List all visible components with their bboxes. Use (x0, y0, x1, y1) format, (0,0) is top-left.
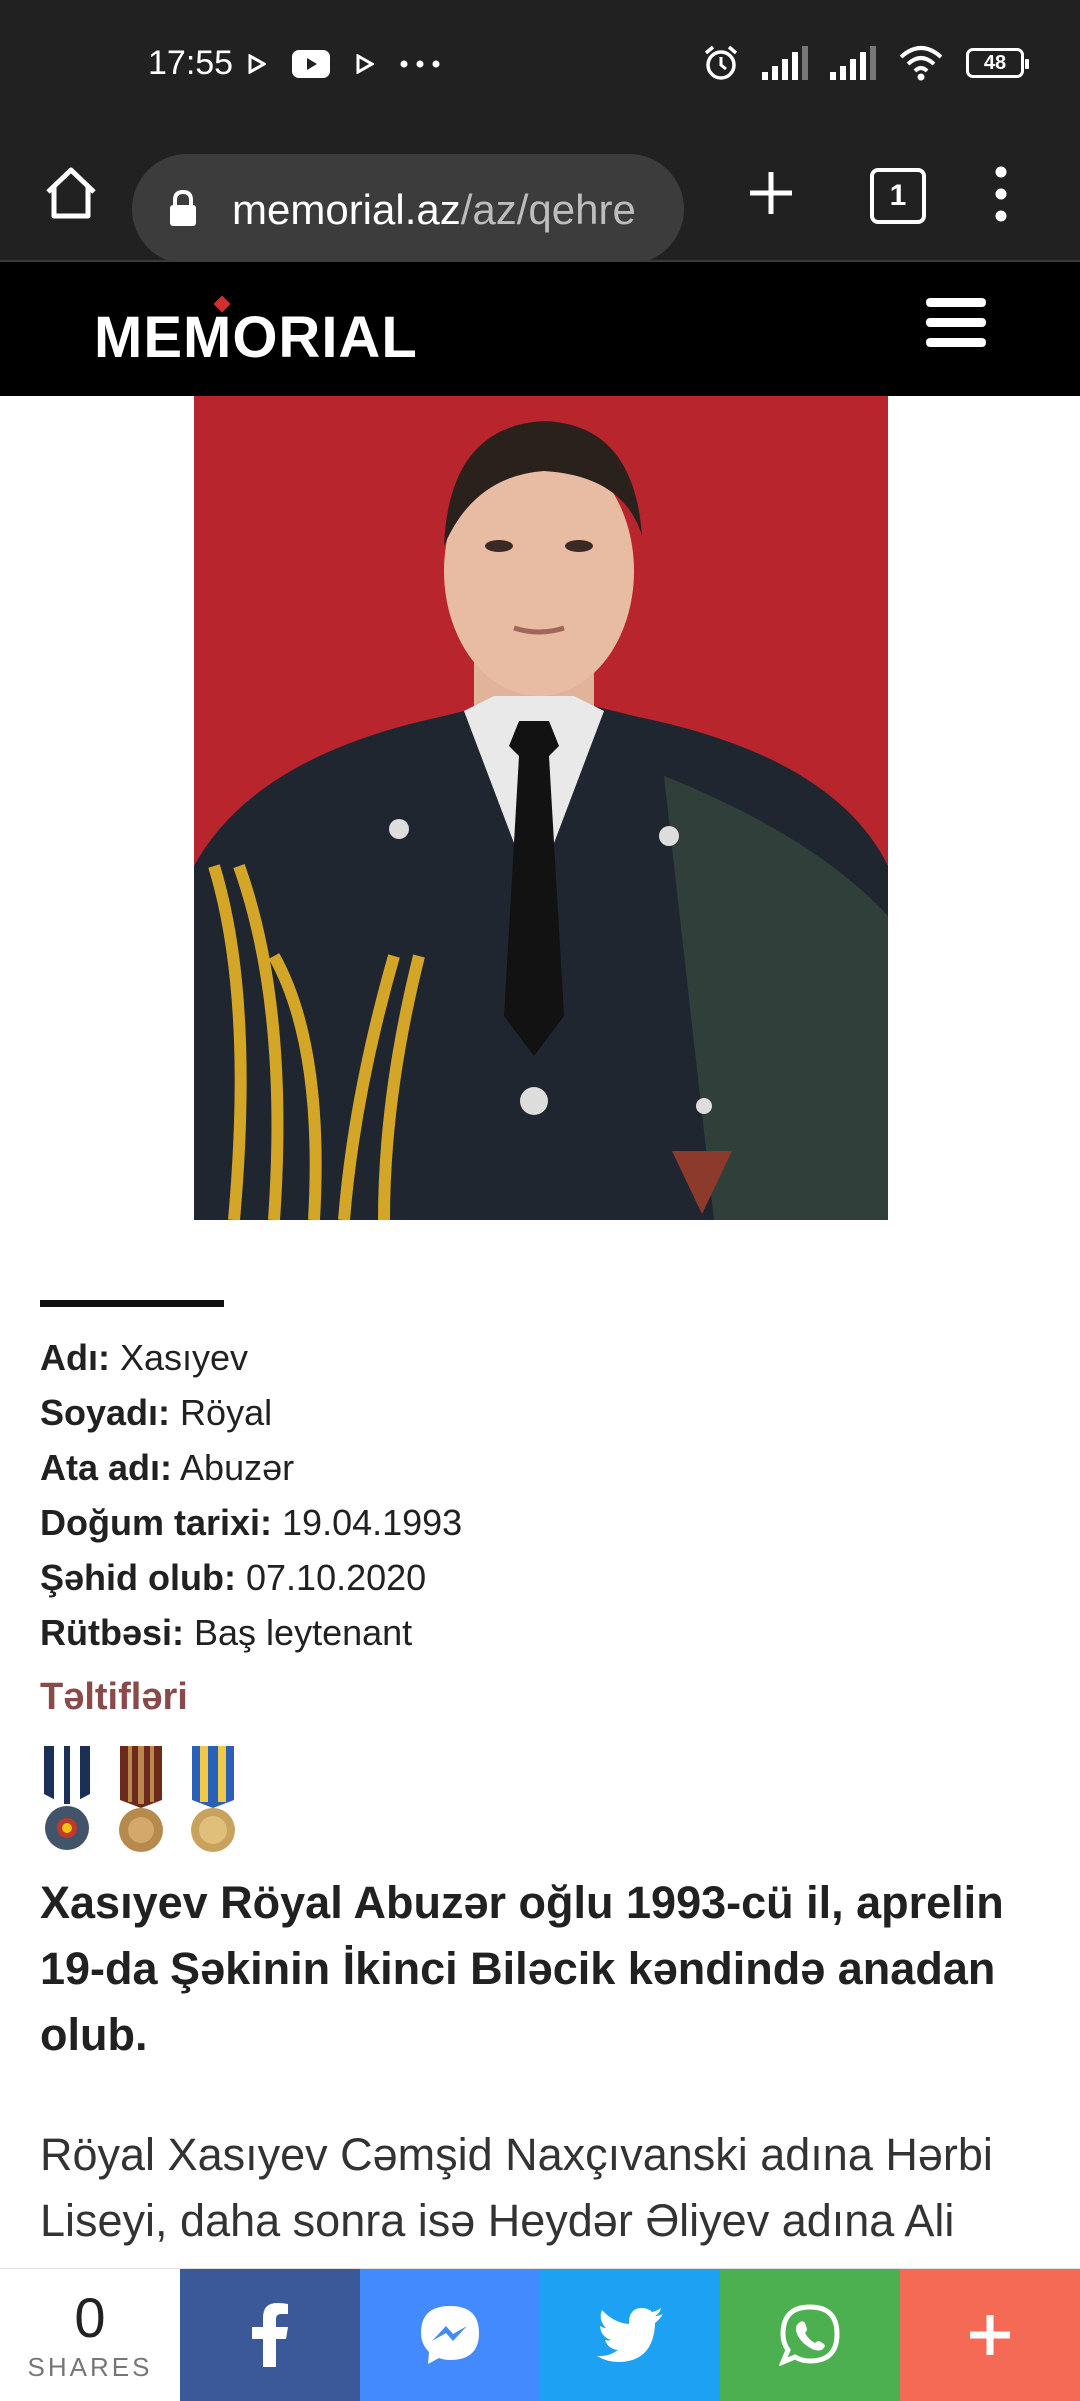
share-whatsapp-button[interactable] (720, 2269, 900, 2401)
browser-toolbar: memorial.az/az/qehre 1 (0, 128, 1080, 264)
field-patronymic: Ata adı: Abuzər (40, 1440, 1040, 1495)
portrait-photo (194, 396, 888, 1220)
medals-row (40, 1744, 238, 1856)
alarm-icon (704, 45, 738, 80)
messenger-icon (421, 2306, 479, 2364)
battery-icon: 48 (966, 48, 1029, 78)
field-label: Şəhid olub: (40, 1557, 236, 1598)
share-facebook-button[interactable] (180, 2269, 360, 2401)
site-header: MEMORIAL (0, 262, 1080, 396)
url-text: memorial.az/az/qehre (232, 186, 662, 234)
shares-counter: 0 SHARES (0, 2269, 180, 2401)
facebook-icon (252, 2303, 288, 2367)
field-label: Soyadı: (40, 1392, 171, 1433)
whatsapp-icon (779, 2304, 840, 2366)
play-icon (248, 54, 266, 74)
section-divider (40, 1300, 224, 1307)
new-tab-icon[interactable] (736, 158, 806, 228)
battery-level: 48 (983, 51, 1007, 74)
shares-count: 0 (74, 2285, 106, 2349)
site-logo[interactable]: MEMORIAL (94, 304, 418, 371)
share-more-button[interactable] (900, 2269, 1080, 2401)
field-value: Abuzər (180, 1447, 295, 1488)
wifi-icon (899, 46, 943, 81)
field-name: Adı: Xasıyev (40, 1330, 1040, 1385)
medal-icon[interactable] (116, 1744, 166, 1856)
field-value: Baş leytenant (194, 1612, 413, 1653)
url-bar[interactable]: memorial.az/az/qehre (132, 154, 684, 264)
signal-icon (762, 46, 808, 80)
field-birth-date: Doğum tarixi: 19.04.1993 (40, 1495, 1040, 1550)
hamburger-menu-icon[interactable] (926, 298, 986, 354)
signal-icon (830, 46, 876, 80)
field-value: 07.10.2020 (246, 1557, 427, 1598)
youtube-icon (292, 50, 330, 78)
medal-icon[interactable] (188, 1744, 238, 1856)
field-label: Rütbəsi: (40, 1612, 184, 1653)
awards-title: Təltifləri (40, 1676, 188, 1718)
bio-headline: Xasıyev Röyal Abuzər oğlu 1993-cü il, ap… (40, 1877, 1004, 2060)
share-messenger-button[interactable] (360, 2269, 540, 2401)
field-value: Röyal (180, 1392, 273, 1433)
tab-switcher-button[interactable]: 1 (862, 158, 934, 230)
field-label: Ata adı: (40, 1447, 173, 1488)
field-value: Xasıyev (120, 1337, 249, 1378)
status-bar: 17:55 48 (0, 0, 1080, 128)
plus-icon (970, 2315, 1010, 2355)
more-dots-icon (400, 60, 440, 68)
status-time: 17:55 (148, 44, 234, 82)
field-label: Doğum tarixi: (40, 1502, 273, 1543)
browser-menu-icon[interactable] (976, 156, 1026, 232)
share-twitter-button[interactable] (540, 2269, 720, 2401)
field-death-date: Şəhid olub: 07.10.2020 (40, 1550, 1040, 1605)
field-surname: Soyadı: Röyal (40, 1385, 1040, 1440)
twitter-icon (597, 2308, 663, 2362)
field-value: 19.04.1993 (282, 1502, 463, 1543)
profile-info: Adı: Xasıyev Soyadı: Röyal Ata adı: Abuz… (40, 1330, 1040, 1660)
play-icon (356, 54, 374, 74)
share-bar: 0 SHARES (0, 2268, 1080, 2401)
lock-icon (170, 190, 196, 226)
tab-count: 1 (870, 168, 926, 224)
url-path: /az/qehre (460, 186, 636, 233)
url-domain: memorial.az (232, 186, 461, 233)
field-label: Adı: (40, 1337, 110, 1378)
bio-paragraph: Röyal Xasıyev Cəmşid Naxçıvanski adına H… (40, 2129, 993, 2246)
medal-icon[interactable] (40, 1744, 94, 1856)
field-rank: Rütbəsi: Baş leytenant (40, 1605, 1040, 1660)
home-icon[interactable] (36, 158, 106, 228)
shares-label: SHARES (27, 2351, 153, 2382)
